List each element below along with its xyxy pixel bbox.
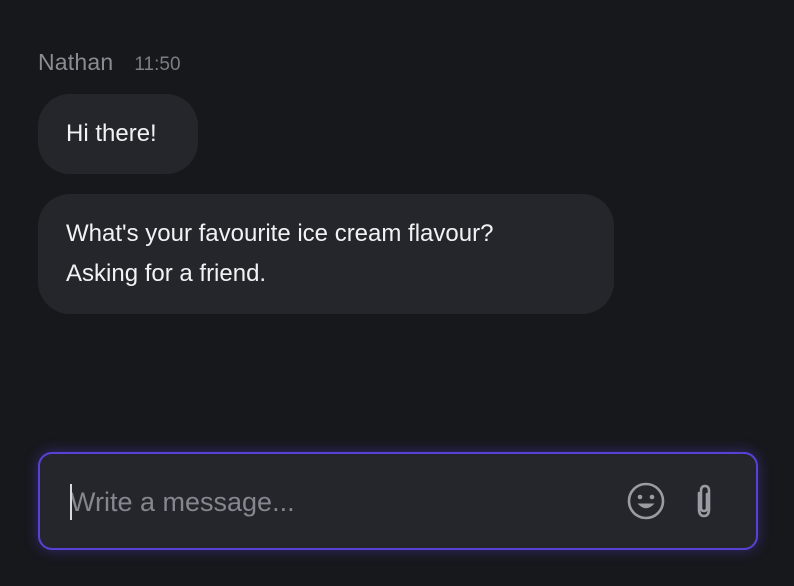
emoji-button[interactable]	[626, 481, 666, 521]
chat-window: Nathan 11:50 Hi there! What's your favou…	[0, 0, 794, 586]
message-timestamp: 11:50	[134, 54, 181, 75]
message-bubble: Hi there!	[38, 94, 198, 174]
message-text-line: Asking for a friend.	[66, 260, 267, 287]
sender-name: Nathan	[38, 49, 114, 75]
message-bubble: What's your favourite ice cream flavour?…	[38, 194, 614, 314]
message-text-line: What's your favourite ice cream flavour?	[66, 220, 494, 247]
message-text: Hi there!	[66, 120, 157, 147]
message-composer[interactable]	[38, 452, 758, 550]
message-input[interactable]	[70, 482, 590, 522]
paperclip-icon	[697, 484, 711, 518]
message-header: Nathan 11:50	[38, 49, 181, 76]
attach-button[interactable]	[684, 481, 724, 521]
emoji-icon	[627, 482, 665, 520]
text-caret	[70, 484, 72, 520]
